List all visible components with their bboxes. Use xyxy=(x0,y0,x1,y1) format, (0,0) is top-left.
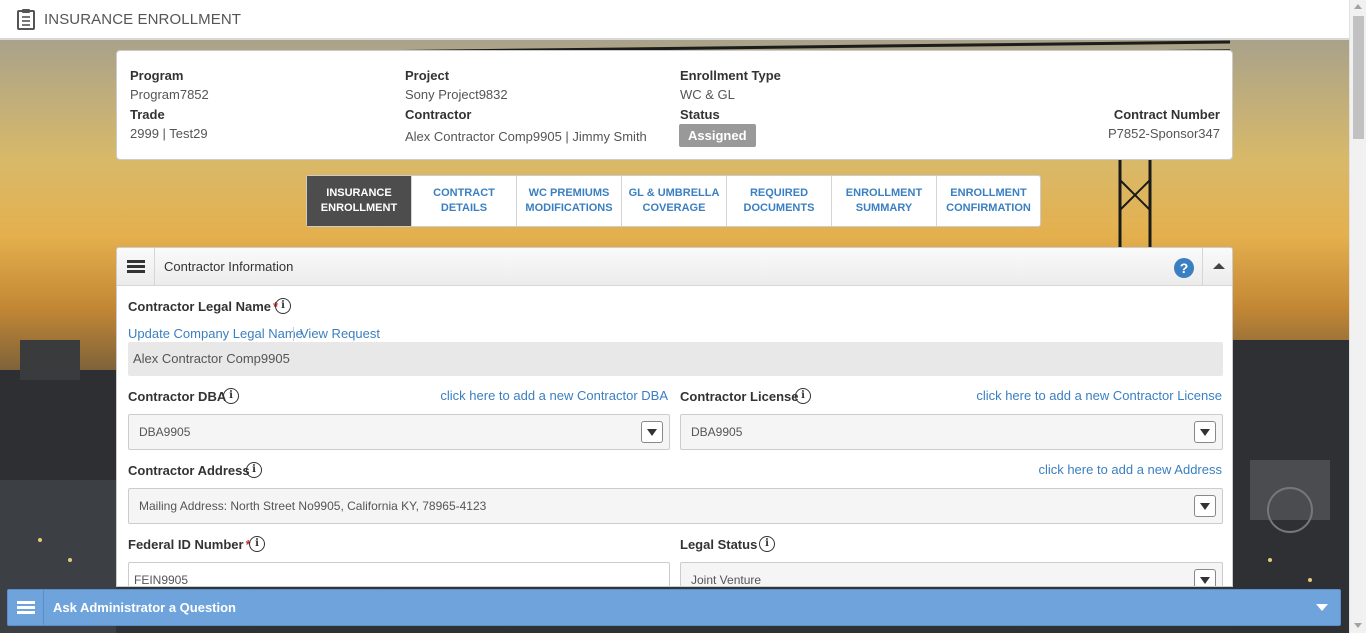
info-icon[interactable]: i xyxy=(759,536,775,552)
info-icon[interactable]: i xyxy=(246,462,262,478)
contractor-information-panel: Contractor Information ? Contractor Lega… xyxy=(116,247,1233,587)
dba-label: Contractor DBA xyxy=(128,389,227,404)
tab-label-line2: DETAILS xyxy=(440,202,488,214)
dba-select[interactable]: DBA9905 xyxy=(128,414,670,450)
tab-label-line2: DOCUMENTS xyxy=(743,202,815,214)
dba-selected-value: DBA9905 xyxy=(139,425,191,439)
tab-wc-premiums-modifications[interactable]: WC PREMIUMS MODIFICATIONS xyxy=(517,176,622,226)
info-icon[interactable]: i xyxy=(275,298,291,314)
hamburger-icon xyxy=(16,601,35,614)
scroll-down-arrow-icon[interactable] xyxy=(1354,623,1362,628)
status-label: Status xyxy=(680,107,720,122)
panel-header: Contractor Information ? xyxy=(117,248,1232,286)
tab-label-line2: CONFIRMATION xyxy=(946,202,1031,214)
tab-label-line2: COVERAGE xyxy=(642,202,706,214)
tab-label-line2: SUMMARY xyxy=(855,202,913,214)
tab-enrollment-confirmation[interactable]: ENROLLMENT CONFIRMATION xyxy=(937,176,1040,226)
add-address-link[interactable]: click here to add a new Address xyxy=(1038,462,1222,477)
project-value: Sony Project9832 xyxy=(405,87,508,102)
page-title: INSURANCE ENROLLMENT xyxy=(44,10,242,28)
federal-id-label: Federal ID Number * xyxy=(128,537,251,552)
license-select[interactable]: DBA9905 xyxy=(680,414,1223,450)
contract-number-label: Contract Number xyxy=(1113,107,1220,122)
status-badge: Assigned xyxy=(679,124,756,147)
contract-number-value: P7852-Sponsor347 xyxy=(1107,126,1220,141)
chevron-up-icon xyxy=(1213,263,1225,269)
panel-menu-button[interactable] xyxy=(117,248,155,285)
legal-status-selected-value: Joint Venture xyxy=(691,573,762,587)
tab-required-documents[interactable]: REQUIRED DOCUMENTS xyxy=(727,176,832,226)
ask-administrator-title: Ask Administrator a Question xyxy=(53,600,236,615)
add-dba-link[interactable]: click here to add a new Contractor DBA xyxy=(440,388,668,403)
address-label: Contractor Address xyxy=(128,463,250,478)
tab-label-line1: ENROLLMENT xyxy=(950,187,1027,199)
chevron-down-icon[interactable] xyxy=(1316,604,1328,611)
license-label: Contractor License xyxy=(680,389,799,404)
info-icon[interactable]: i xyxy=(223,388,239,404)
ask-administrator-bar[interactable]: Ask Administrator a Question xyxy=(7,589,1341,626)
info-icon[interactable]: i xyxy=(249,536,265,552)
tab-gl-umbrella-coverage[interactable]: GL & UMBRELLA COVERAGE xyxy=(622,176,727,226)
enrollment-summary-card: Program Program7852 Trade 2999 | Test29 … xyxy=(116,50,1233,160)
tab-label-line1: INSURANCE xyxy=(326,187,392,199)
link-divider xyxy=(293,327,294,341)
contractor-value: Alex Contractor Comp9905 | Jimmy Smith xyxy=(405,129,647,144)
legal-name-value: Alex Contractor Comp9905 xyxy=(128,342,1223,376)
top-bar: INSURANCE ENROLLMENT xyxy=(0,0,1349,40)
program-value: Program7852 xyxy=(130,87,209,102)
program-label: Program xyxy=(130,68,184,83)
tab-label-line1: REQUIRED xyxy=(749,187,809,199)
add-license-link[interactable]: click here to add a new Contractor Licen… xyxy=(976,388,1222,403)
legal-status-label: Legal Status xyxy=(680,537,758,552)
vertical-scrollbar[interactable] xyxy=(1349,0,1366,633)
info-icon[interactable]: i xyxy=(795,388,811,404)
dropdown-arrow-icon[interactable] xyxy=(1194,569,1216,586)
tab-label-line1: GL & UMBRELLA xyxy=(628,187,720,199)
scroll-up-arrow-icon[interactable] xyxy=(1354,4,1362,9)
project-label: Project xyxy=(405,68,450,83)
tab-label-line1: CONTRACT xyxy=(433,187,495,199)
tab-label-line2: MODIFICATIONS xyxy=(525,202,613,214)
dropdown-arrow-icon[interactable] xyxy=(1194,495,1216,517)
clipboard-icon xyxy=(17,8,35,30)
federal-id-label-text: Federal ID Number xyxy=(128,537,244,552)
license-selected-value: DBA9905 xyxy=(691,425,743,439)
collapse-button[interactable] xyxy=(1202,248,1232,285)
legal-name-label-text: Contractor Legal Name xyxy=(128,299,272,314)
tab-label-line1: ENROLLMENT xyxy=(845,187,923,199)
dropdown-arrow-icon[interactable] xyxy=(641,421,663,443)
federal-id-input[interactable]: FEIN9905 xyxy=(128,562,670,586)
ask-menu-button[interactable] xyxy=(8,590,44,625)
legal-name-label: Contractor Legal Name * xyxy=(128,299,278,314)
dropdown-arrow-icon[interactable] xyxy=(1194,421,1216,443)
enrollment-type-label: Enrollment Type xyxy=(680,68,781,83)
tab-enrollment-summary[interactable]: ENROLLMENT SUMMARY xyxy=(832,176,937,226)
enrollment-type-value: WC & GL xyxy=(680,87,735,102)
hamburger-icon xyxy=(126,260,145,273)
view-request-link[interactable]: View Request xyxy=(300,326,380,341)
panel-title: Contractor Information xyxy=(164,259,294,274)
tab-contract-details[interactable]: CONTRACT DETAILS xyxy=(412,176,517,226)
tab-label-line2: ENROLLMENT xyxy=(320,202,398,214)
tab-insurance-enrollment[interactable]: INSURANCE ENROLLMENT xyxy=(307,176,412,226)
update-legal-name-link[interactable]: Update Company Legal Name xyxy=(128,326,303,341)
address-selected-value: Mailing Address: North Street No9905, Ca… xyxy=(139,499,487,513)
trade-label: Trade xyxy=(130,107,165,122)
scrollbar-thumb[interactable] xyxy=(1353,16,1364,139)
enrollment-tabs: INSURANCE ENROLLMENT CONTRACT DETAILS WC P… xyxy=(306,175,1041,227)
trade-value: 2999 | Test29 xyxy=(130,126,208,141)
contractor-label: Contractor xyxy=(405,107,472,122)
address-select[interactable]: Mailing Address: North Street No9905, Ca… xyxy=(128,488,1223,524)
tab-label-line1: WC PREMIUMS xyxy=(528,187,610,199)
legal-status-select[interactable]: Joint Venture xyxy=(680,562,1223,587)
help-icon[interactable]: ? xyxy=(1174,258,1194,278)
